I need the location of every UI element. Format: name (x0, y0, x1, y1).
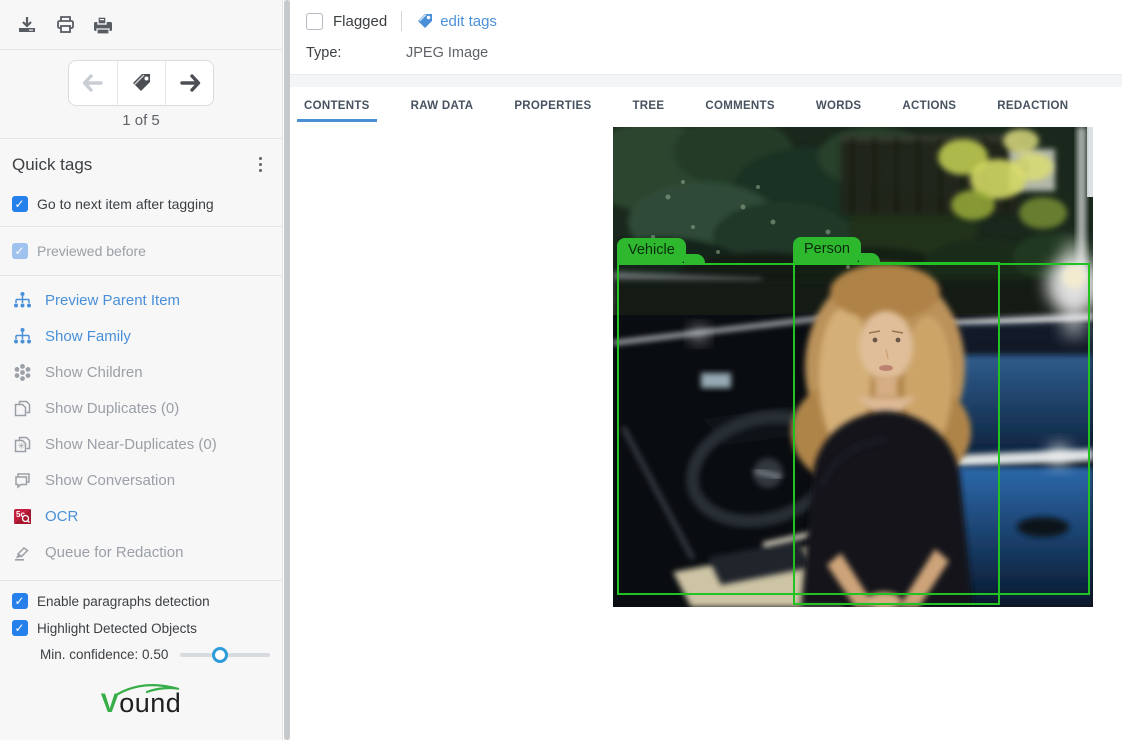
document-header: Flagged edit tags Type: JPEG Image (290, 0, 1122, 68)
confidence-label: Min. confidence: 0.50 (40, 647, 168, 662)
svg-text:✳: ✳ (17, 441, 25, 451)
action-show-children: Show Children (0, 354, 282, 390)
download-icon[interactable] (16, 14, 38, 36)
conversation-icon (12, 470, 32, 490)
redaction-icon (12, 542, 32, 562)
hierarchy-icon (12, 326, 32, 346)
action-label: OCR (45, 508, 78, 525)
ocr-icon: 5c (12, 506, 32, 526)
detection-label-person: Person (793, 237, 861, 264)
option-highlight-objects: Highlight Detected Objects (12, 620, 270, 636)
header-divider (401, 11, 402, 31)
flagged-checkbox[interactable] (306, 13, 323, 30)
quick-tags-menu-icon[interactable] (253, 153, 268, 176)
previewed-before-section: Previewed before (0, 227, 282, 276)
previous-item-button[interactable] (69, 61, 117, 105)
tab-comments[interactable]: COMMENTS (698, 87, 781, 122)
option-previewed-before: Previewed before (0, 227, 282, 275)
svg-text:5c: 5c (16, 510, 25, 519)
action-label: Preview Parent Item (45, 292, 180, 309)
highlight-objects-checkbox[interactable] (12, 620, 28, 636)
tab-raw-data[interactable]: RAW DATA (404, 87, 481, 122)
action-label: Show Duplicates (0) (45, 400, 179, 417)
pager-section: 1 of 5 (0, 50, 282, 139)
slider-knob[interactable] (212, 647, 228, 663)
duplicates-icon (12, 398, 32, 418)
near-duplicates-icon: ✳ (12, 434, 32, 454)
quick-tags-title: Quick tags (12, 155, 92, 175)
edit-tags-label: edit tags (440, 13, 497, 30)
pager (68, 60, 214, 106)
vound-logo: Vound (0, 668, 282, 719)
tab-actions[interactable]: ACTIONS (895, 87, 963, 122)
cluster-icon (12, 362, 32, 382)
logo-swoosh (117, 681, 191, 697)
action-label: Show Children (45, 364, 143, 381)
previewed-before-checkbox (12, 243, 28, 259)
image-preview: Vehicle Person (613, 127, 1093, 607)
paragraphs-detection-label: Enable paragraphs detection (37, 594, 210, 609)
detection-label-vehicle: Vehicle (617, 238, 686, 265)
option-go-to-next: Go to next item after tagging (0, 186, 282, 226)
item-actions: Preview Parent Item Show Family Show Chi… (0, 276, 282, 581)
action-label: Show Family (45, 328, 131, 345)
tab-properties[interactable]: PROPERTIES (507, 87, 598, 122)
action-show-family[interactable]: Show Family (0, 318, 282, 354)
action-label: Queue for Redaction (45, 544, 183, 561)
highlight-objects-label: Highlight Detected Objects (37, 621, 197, 636)
option-paragraphs-detection: Enable paragraphs detection (12, 593, 270, 609)
quick-tags-section: Quick tags Go to next item after tagging (0, 139, 282, 227)
action-ocr[interactable]: 5c OCR (0, 498, 282, 534)
previewed-before-label: Previewed before (37, 243, 146, 259)
print-icon[interactable] (54, 14, 76, 36)
panel-separator (290, 74, 1122, 87)
action-show-conversation: Show Conversation (0, 462, 282, 498)
action-label: Show Near-Duplicates (0) (45, 436, 217, 453)
type-label: Type: (306, 45, 406, 61)
tab-bar: CONTENTS RAW DATA PROPERTIES TREE COMMEN… (290, 87, 1122, 122)
tab-words[interactable]: WORDS (809, 87, 869, 122)
tag-item-button[interactable] (117, 61, 165, 105)
edit-tags-button[interactable]: edit tags (416, 12, 497, 30)
detection-settings: Enable paragraphs detection Highlight De… (0, 581, 282, 668)
type-value: JPEG Image (406, 45, 488, 61)
sidebar-toolbar (0, 0, 282, 50)
next-item-button[interactable] (165, 61, 213, 105)
app-window: 1 of 5 Quick tags Go to next item after … (0, 0, 1122, 740)
tag-icon (416, 12, 434, 30)
action-preview-parent-item[interactable]: Preview Parent Item (0, 282, 282, 318)
detection-box-person[interactable]: Person (793, 262, 1000, 605)
flagged-label: Flagged (333, 13, 387, 30)
go-to-next-label: Go to next item after tagging (37, 196, 214, 212)
go-to-next-checkbox[interactable] (12, 196, 28, 212)
confidence-slider[interactable] (180, 653, 270, 657)
action-show-duplicates: Show Duplicates (0) (0, 390, 282, 426)
tab-contents[interactable]: CONTENTS (297, 87, 377, 122)
tab-redaction[interactable]: REDACTION (990, 87, 1075, 122)
pager-count: 1 of 5 (122, 112, 160, 129)
sidebar: 1 of 5 Quick tags Go to next item after … (0, 0, 283, 740)
action-label: Show Conversation (45, 472, 175, 489)
confidence-row: Min. confidence: 0.50 (12, 647, 270, 662)
print-report-icon[interactable] (92, 14, 114, 36)
tab-tree[interactable]: TREE (625, 87, 671, 122)
paragraphs-detection-checkbox[interactable] (12, 593, 28, 609)
action-queue-for-redaction: Queue for Redaction (0, 534, 282, 570)
action-show-near-duplicates: ✳ Show Near-Duplicates (0) (0, 426, 282, 462)
hierarchy-icon (12, 290, 32, 310)
